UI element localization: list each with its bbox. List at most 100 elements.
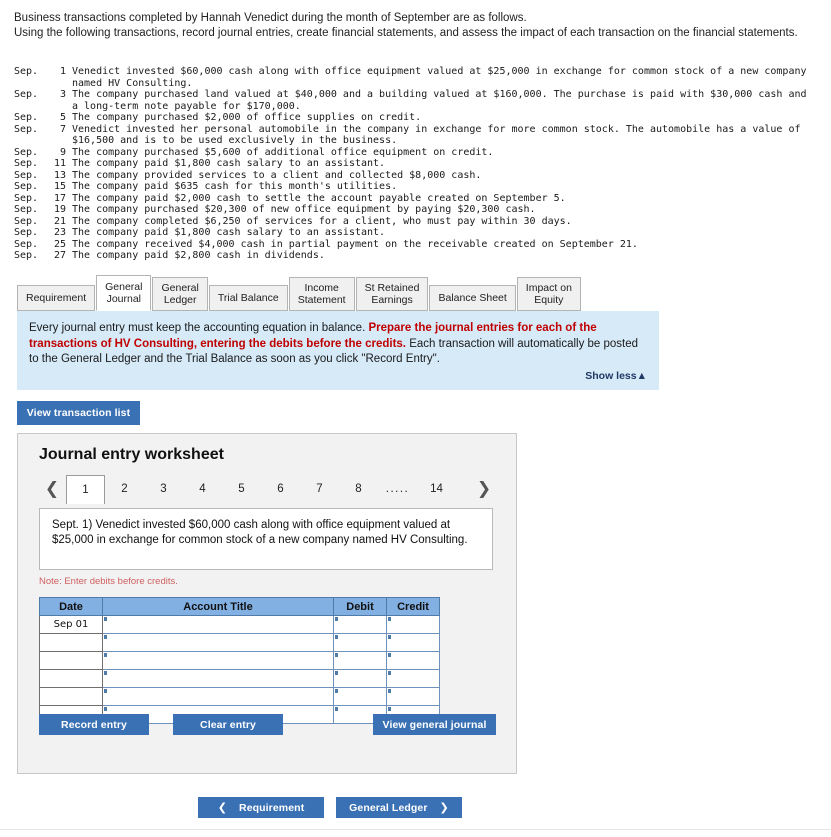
transaction-day: 27 bbox=[53, 250, 66, 261]
transaction-text: The company paid $635 cash for this mont… bbox=[72, 181, 398, 192]
pager-page-5[interactable]: 5 bbox=[222, 475, 261, 503]
cell-debit[interactable] bbox=[333, 687, 387, 706]
transaction-item: Sep. 15 The company paid $635 cash for thi… bbox=[14, 181, 814, 193]
transaction-month: Sep. bbox=[14, 66, 39, 77]
tab-general-journal[interactable]: General Journal bbox=[96, 275, 152, 311]
cell-date[interactable]: Sep 01 bbox=[39, 615, 103, 634]
transaction-text-continued: named HV Consulting. bbox=[72, 77, 193, 89]
view-general-journal-button[interactable]: View general journal bbox=[373, 714, 496, 735]
transaction-item: Sep. 21 The company completed $6,250 of se… bbox=[14, 216, 814, 228]
cell-debit[interactable] bbox=[333, 633, 387, 652]
pager-prev-icon[interactable]: ❮ bbox=[38, 480, 66, 498]
transaction-month: Sep. bbox=[14, 215, 39, 227]
footer-divider bbox=[0, 829, 831, 830]
tab-strip: Requirement General Journal General Ledger… bbox=[17, 275, 582, 311]
journal-entry-table: Date Account Title Debit Credit Sep 01 bbox=[39, 597, 440, 724]
clear-entry-button[interactable]: Clear entry bbox=[173, 714, 283, 735]
transaction-text: The company completed $6,250 of services… bbox=[72, 215, 572, 227]
pager-ellipsis: ..... bbox=[385, 483, 410, 495]
pager-next-icon[interactable]: ❯ bbox=[470, 480, 498, 498]
chevron-right-icon: ❯ bbox=[439, 801, 449, 814]
pager-page-8[interactable]: 8 bbox=[339, 475, 378, 503]
cell-credit[interactable] bbox=[386, 687, 440, 706]
table-row bbox=[39, 669, 440, 688]
transaction-text: The company received $4,000 cash in part… bbox=[72, 238, 638, 250]
cell-account-title[interactable] bbox=[102, 633, 334, 652]
tab-trial-balance[interactable]: Trial Balance bbox=[208, 285, 288, 311]
cell-account-title[interactable] bbox=[102, 615, 334, 634]
transaction-day: 3 bbox=[59, 89, 66, 100]
transaction-month: Sep. bbox=[14, 158, 39, 169]
tab-st-retained-earnings[interactable]: St Retained Earnings bbox=[355, 277, 429, 311]
transaction-day: 5 bbox=[59, 112, 66, 123]
cell-credit[interactable] bbox=[386, 615, 440, 634]
view-transaction-list-button[interactable]: View transaction list bbox=[17, 401, 140, 425]
pager-page-1[interactable]: 1 bbox=[66, 474, 105, 504]
intro-paragraph: Business transactions completed by Hanna… bbox=[14, 11, 804, 41]
show-less-link[interactable]: Show less▲ bbox=[585, 369, 647, 385]
transaction-text: The company provided services to a clien… bbox=[72, 169, 482, 181]
cell-credit[interactable] bbox=[386, 651, 440, 670]
pager-page-2[interactable]: 2 bbox=[105, 475, 144, 503]
transaction-text-continued: $16,500 and is to be used exclusively in… bbox=[72, 135, 398, 146]
transaction-month: Sep. bbox=[14, 227, 39, 238]
tab-general-ledger[interactable]: General Ledger bbox=[152, 277, 208, 311]
transaction-item: Sep. 25 The company received $4,000 cash i… bbox=[14, 239, 814, 251]
transaction-month: Sep. bbox=[14, 89, 39, 100]
transaction-list: Sep. 1 Venedict invested $60,000 cash alon… bbox=[14, 66, 814, 262]
pager-page-7[interactable]: 7 bbox=[300, 475, 339, 503]
cell-debit[interactable] bbox=[333, 615, 387, 634]
table-header-row: Date Account Title Debit Credit bbox=[39, 597, 440, 616]
next-general-ledger-button[interactable]: General Ledger ❯ bbox=[336, 797, 462, 818]
transaction-month: Sep. bbox=[14, 123, 39, 135]
cell-account-title[interactable] bbox=[102, 687, 334, 706]
cell-credit[interactable] bbox=[386, 633, 440, 652]
worksheet-pager: ❮ 1 2 3 4 5 6 7 8..... 14 ❯ bbox=[38, 474, 498, 504]
transaction-month: Sep. bbox=[14, 238, 39, 250]
cell-date[interactable] bbox=[39, 669, 103, 688]
column-header-debit: Debit bbox=[333, 597, 387, 616]
column-header-credit: Credit bbox=[386, 597, 440, 616]
transaction-day: 1 bbox=[59, 66, 66, 77]
transaction-item: Sep. 7 Venedict invested her personal auto… bbox=[14, 124, 814, 136]
column-header-date: Date bbox=[39, 597, 103, 616]
intro-line-2: Using the following transactions, record… bbox=[14, 27, 798, 39]
pager-page-3[interactable]: 3 bbox=[144, 475, 183, 503]
cell-date[interactable] bbox=[39, 687, 103, 706]
cell-credit[interactable] bbox=[386, 669, 440, 688]
prev-nav-label: Requirement bbox=[239, 801, 305, 814]
transaction-day: 13 bbox=[53, 169, 66, 181]
table-row bbox=[39, 687, 440, 706]
transaction-description: Sept. 1) Venedict invested $60,000 cash … bbox=[39, 508, 493, 570]
cell-date[interactable] bbox=[39, 651, 103, 670]
callout-text-1: Every journal entry must keep the accoun… bbox=[29, 322, 369, 334]
transaction-text: The company paid $2,800 cash in dividend… bbox=[72, 250, 325, 261]
transaction-month: Sep. bbox=[14, 204, 39, 215]
chevron-left-icon: ❮ bbox=[217, 801, 228, 814]
journal-entry-worksheet-panel: Journal entry worksheet ❮ 1 2 3 4 5 6 7 8..... 14… bbox=[17, 433, 517, 774]
transaction-day: 23 bbox=[53, 227, 66, 238]
tab-balance-sheet[interactable]: Balance Sheet bbox=[429, 285, 516, 311]
transaction-month: Sep. bbox=[14, 181, 39, 192]
cell-debit[interactable] bbox=[333, 651, 387, 670]
cell-account-title[interactable] bbox=[102, 651, 334, 670]
previous-requirement-button[interactable]: ❮ Requirement bbox=[198, 797, 324, 818]
intro-line-1: Business transactions completed by Hanna… bbox=[14, 12, 527, 24]
transaction-day: 9 bbox=[59, 146, 66, 158]
pager-page-4[interactable]: 4 bbox=[183, 475, 222, 503]
cell-debit[interactable] bbox=[333, 669, 387, 688]
cell-account-title[interactable] bbox=[102, 669, 334, 688]
cell-date[interactable] bbox=[39, 633, 103, 652]
next-nav-label: General Ledger bbox=[349, 801, 428, 814]
transaction-text: The company paid $1,800 cash salary to a… bbox=[72, 227, 386, 238]
transaction-text: The company purchased $5,600 of addition… bbox=[72, 146, 494, 158]
transaction-day: 19 bbox=[53, 204, 66, 215]
table-row bbox=[39, 633, 440, 652]
tab-income-statement[interactable]: Income Statement bbox=[288, 277, 355, 311]
transaction-item: Sep. 23 The company paid $1,800 cash salar… bbox=[14, 227, 814, 239]
pager-page-6[interactable]: 6 bbox=[261, 475, 300, 503]
tab-requirement[interactable]: Requirement bbox=[17, 285, 96, 311]
pager-page-14[interactable]: 14 bbox=[417, 475, 456, 503]
record-entry-button[interactable]: Record entry bbox=[39, 714, 149, 735]
tab-impact-on-equity[interactable]: Impact on Equity bbox=[516, 277, 581, 311]
